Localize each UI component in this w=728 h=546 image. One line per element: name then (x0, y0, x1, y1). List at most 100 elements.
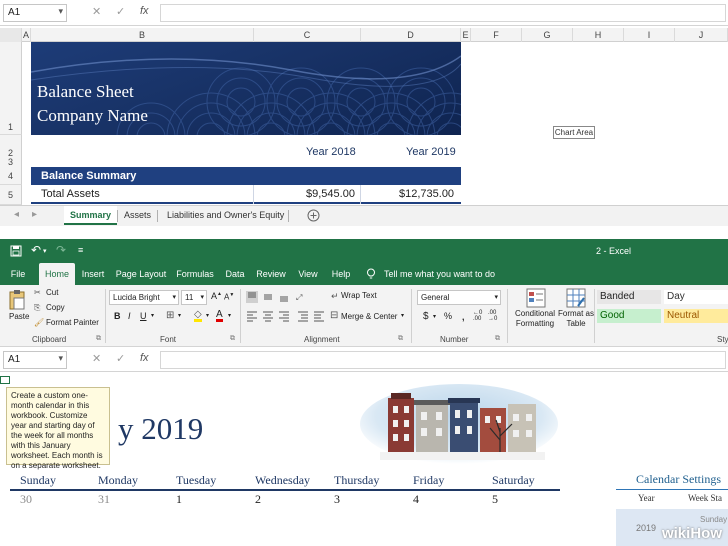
tab-view[interactable]: View (294, 263, 322, 285)
cell-style-neutral[interactable]: Neutral (664, 309, 728, 323)
column-header-j[interactable]: J (675, 28, 728, 42)
tab-formulas[interactable]: Formulas (174, 263, 216, 285)
copy-button[interactable]: Copy (46, 303, 65, 312)
day-number[interactable]: 31 (98, 492, 110, 507)
insert-function-icon[interactable]: fx (140, 352, 149, 364)
undo-icon[interactable]: ↶ (31, 243, 41, 257)
format-painter-button[interactable]: Format Painter (46, 318, 99, 327)
font-name-select[interactable]: Lucida Bright ▾ (109, 290, 179, 305)
column-header-i[interactable]: I (624, 28, 675, 42)
column-header-g[interactable]: G (522, 28, 573, 42)
conditional-formatting-icon[interactable] (526, 288, 546, 308)
undo-dropdown-icon[interactable]: ▾ (43, 247, 47, 255)
chevron-down-icon[interactable]: ▾ (206, 312, 209, 319)
tab-help[interactable]: Help (328, 263, 354, 285)
chevron-down-icon[interactable]: ▾ (151, 312, 154, 319)
cut-icon[interactable]: ✂ (34, 288, 41, 297)
dialog-launcher-icon[interactable]: ⧉ (230, 335, 235, 343)
format-as-table-button[interactable]: Format as Table (558, 309, 594, 329)
cancel-icon[interactable]: ✕ (92, 5, 101, 18)
column-header-c[interactable]: C (254, 28, 361, 42)
dialog-launcher-icon[interactable]: ⧉ (96, 335, 101, 343)
percent-button[interactable]: % (444, 311, 452, 321)
formula-input[interactable] (160, 351, 726, 369)
scroll-right-icon[interactable]: ▸ (32, 209, 37, 220)
cell-style-banded[interactable]: Banded (597, 290, 661, 304)
number-format-select[interactable]: General ▾ (417, 290, 501, 305)
customize-toolbar-icon[interactable]: ≡ (78, 245, 83, 255)
increase-font-icon[interactable]: A▲ (211, 291, 222, 301)
column-header-e[interactable]: E (461, 28, 471, 42)
column-header-a[interactable]: A (22, 28, 31, 42)
chevron-down-icon[interactable]: ▾ (172, 293, 176, 301)
dialog-launcher-icon[interactable]: ⧉ (495, 335, 500, 343)
increase-decimal-button[interactable]: ←0.00 (473, 310, 482, 322)
tell-me-box[interactable]: Tell me what you want to do (384, 263, 495, 285)
underline-button[interactable]: U (140, 311, 147, 321)
day-number[interactable]: 3 (334, 492, 340, 507)
add-sheet-icon[interactable] (307, 209, 320, 222)
row-header-5[interactable]: 5 (0, 185, 22, 205)
column-header-d[interactable]: D (361, 28, 461, 42)
chevron-down-icon[interactable]: ▾ (494, 293, 498, 301)
decrease-decimal-button[interactable]: .00 →0 (488, 310, 497, 322)
day-number[interactable]: 5 (492, 492, 498, 507)
cell-style-day[interactable]: Day (664, 290, 728, 304)
chevron-down-icon[interactable]: ▾ (58, 353, 63, 364)
chevron-down-icon[interactable]: ▾ (401, 312, 404, 319)
cell-style-good[interactable]: Good (597, 309, 661, 323)
save-icon[interactable] (10, 245, 22, 257)
currency-button[interactable]: $ (423, 311, 429, 322)
tab-home[interactable]: Home (39, 263, 75, 285)
cut-button[interactable]: Cut (46, 288, 58, 297)
settings-year-value[interactable]: 2019 (636, 523, 656, 533)
merge-center-icon[interactable]: ⊟ (330, 310, 338, 321)
row-header-4[interactable]: 4 (0, 167, 22, 185)
name-box[interactable]: A1 ▾ (3, 351, 67, 369)
enter-icon[interactable]: ✓ (116, 352, 125, 365)
bold-button[interactable]: B (114, 311, 121, 321)
sheet-tab-assets[interactable]: Assets (118, 206, 157, 225)
enter-icon[interactable]: ✓ (116, 5, 125, 18)
chevron-down-icon[interactable]: ▾ (228, 312, 231, 319)
sheet-tab-summary[interactable]: Summary (64, 206, 118, 225)
chevron-down-icon[interactable]: ▾ (178, 312, 181, 319)
font-color-icon[interactable]: A (216, 310, 223, 322)
total-assets-row[interactable]: Total Assets $9,545.00 $12,735.00 (31, 185, 461, 204)
fill-color-icon[interactable]: ◇ (194, 310, 202, 322)
chevron-down-icon[interactable]: ▾ (200, 293, 204, 301)
selected-cell[interactable] (0, 376, 10, 384)
copy-icon[interactable]: ⎘ (34, 303, 40, 313)
insert-function-icon[interactable]: fx (140, 5, 149, 17)
select-all-corner[interactable] (0, 28, 22, 42)
format-as-table-icon[interactable] (566, 288, 586, 308)
chevron-down-icon[interactable]: ▾ (433, 313, 436, 320)
day-number[interactable]: 4 (413, 492, 419, 507)
font-size-select[interactable]: 11 ▾ (181, 290, 207, 305)
chevron-down-icon[interactable]: ▾ (58, 6, 63, 17)
column-header-b[interactable]: B (31, 28, 254, 42)
vertical-align-icons[interactable]: ⤢ (246, 291, 310, 303)
borders-icon[interactable]: ⊞ (166, 310, 174, 321)
italic-button[interactable]: I (128, 311, 131, 321)
tab-page-layout[interactable]: Page Layout (114, 263, 168, 285)
dialog-launcher-icon[interactable]: ⧉ (398, 335, 403, 343)
merge-center-button[interactable]: Merge & Center (341, 312, 397, 321)
tab-review[interactable]: Review (254, 263, 288, 285)
name-box[interactable]: A1 ▾ (3, 4, 67, 22)
wrap-text-button[interactable]: Wrap Text (341, 291, 377, 300)
settings-week-start-value[interactable]: Sunday (700, 515, 727, 524)
tab-insert[interactable]: Insert (78, 263, 108, 285)
format-painter-icon[interactable]: 🖌 (34, 318, 44, 327)
column-header-f[interactable]: F (471, 28, 522, 42)
scroll-left-icon[interactable]: ◂ (14, 209, 19, 220)
day-number[interactable]: 30 (20, 492, 32, 507)
cancel-icon[interactable]: ✕ (92, 352, 101, 365)
paste-icon[interactable] (8, 289, 26, 311)
sheet-tab-liabilities[interactable]: Liabilities and Owner's Equity (161, 206, 290, 225)
wrap-text-icon[interactable]: ↵ (331, 291, 339, 302)
tab-data[interactable]: Data (222, 263, 248, 285)
formula-input[interactable] (160, 4, 726, 22)
row-header-1[interactable]: 1 (0, 42, 22, 135)
day-number[interactable]: 2 (255, 492, 261, 507)
